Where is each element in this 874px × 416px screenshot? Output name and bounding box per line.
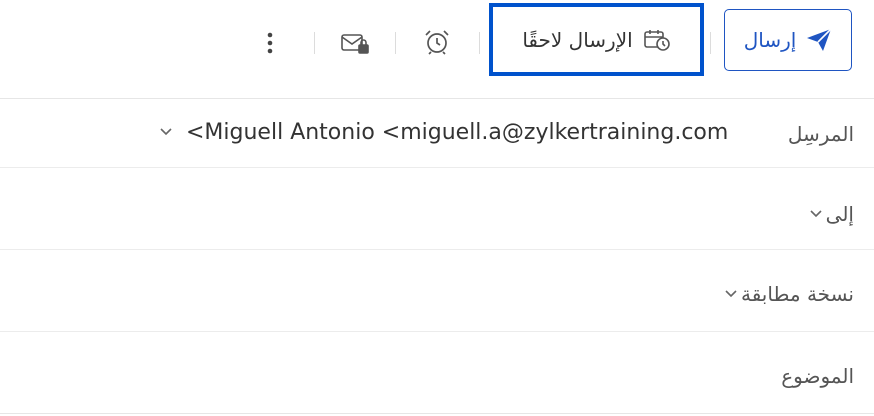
envelope-lock-icon[interactable] — [338, 29, 372, 57]
send-label: إرسال — [743, 28, 797, 52]
send-later-label: الإرسال لاحقًا — [522, 27, 633, 52]
subject-label: الموضوع — [781, 364, 854, 388]
more-vertical-icon[interactable] — [260, 28, 280, 58]
toolbar-separator — [395, 32, 396, 54]
send-later-button[interactable]: الإرسال لاحقًا — [489, 3, 704, 76]
chevron-down-icon — [725, 290, 737, 298]
alarm-clock-icon[interactable] — [420, 27, 454, 57]
cc-field-label[interactable]: نسخة مطابقة — [725, 282, 854, 306]
subject-row[interactable]: الموضوع — [0, 332, 874, 414]
toolbar-separator — [479, 32, 480, 54]
chevron-down-icon — [810, 210, 822, 218]
chevron-down-icon[interactable] — [160, 128, 172, 136]
paper-plane-icon — [806, 28, 832, 52]
to-label: إلى — [825, 202, 854, 226]
to-field-label[interactable]: إلى — [810, 202, 854, 226]
cc-row[interactable]: نسخة مطابقة — [0, 250, 874, 332]
compose-toolbar: إرسال الإرسال لاحقًا — [0, 0, 874, 99]
toolbar-separator — [710, 32, 711, 54]
from-value[interactable]: <Miguell Antonio <miguell.a@zylkertraini… — [186, 120, 728, 145]
to-row[interactable]: إلى — [0, 168, 874, 250]
calendar-clock-icon — [643, 28, 671, 52]
send-button[interactable]: إرسال — [724, 9, 852, 71]
toolbar-separator — [314, 32, 315, 54]
cc-label: نسخة مطابقة — [740, 282, 854, 306]
from-label: المرسِل — [787, 122, 854, 146]
